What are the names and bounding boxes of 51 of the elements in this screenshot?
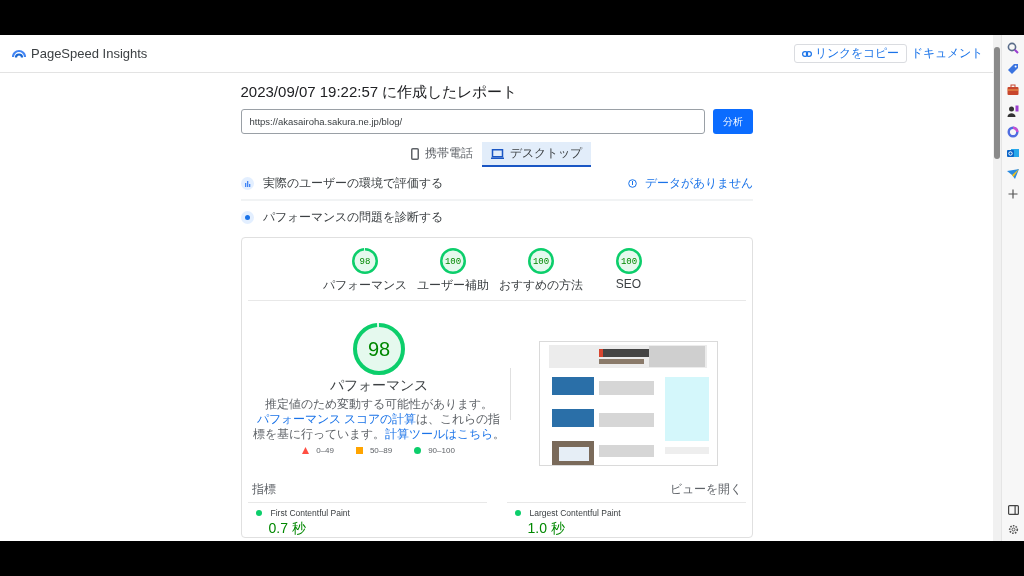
legend-label: 0–49: [316, 446, 334, 455]
no-data-status: データがありません: [644, 174, 753, 192]
copy-link-button[interactable]: リンクをコピー: [794, 44, 907, 63]
device-tab[interactable]: デスクトップ: [482, 142, 591, 167]
score-label: おすすめの方法: [498, 277, 583, 294]
laptop-icon: [491, 148, 504, 159]
paper-plane-icon[interactable]: [1007, 168, 1019, 180]
search-icon[interactable]: [1007, 42, 1019, 54]
score-gauge: 100: [615, 248, 642, 274]
note-link[interactable]: パフォーマンス スコアの計算: [256, 412, 417, 426]
score-gauge: 98: [352, 323, 405, 375]
scrollbar-thumb[interactable]: [994, 47, 1000, 159]
score-label: パフォーマンス: [322, 277, 407, 294]
score-gauge: 100: [527, 248, 554, 274]
settings-icon[interactable]: [1007, 524, 1019, 535]
info-icon: [627, 178, 637, 188]
plus-icon[interactable]: [1008, 189, 1018, 199]
section-title: パフォーマンスの問題を診断する: [262, 208, 443, 226]
logo-icon: [12, 48, 26, 59]
report-title: 2023/09/07 19:22:57 に作成したレポート: [240, 82, 519, 102]
briefcase-icon[interactable]: [1007, 84, 1019, 96]
metric-value: 1.0 秒: [527, 519, 566, 537]
url-field[interactable]: https://akasairoha.sakura.ne.jp/blog/: [240, 109, 705, 134]
side-panel-icon[interactable]: [1007, 505, 1019, 515]
metric-name: Largest Contentful Paint: [529, 507, 621, 519]
metric-name: First Contentful Paint: [270, 507, 350, 519]
link-icon: [802, 50, 812, 57]
score-gauge: 100: [439, 248, 466, 274]
docs-link[interactable]: ドキュメント: [911, 45, 983, 62]
device-tab[interactable]: 携帯電話: [402, 142, 482, 167]
analyze-button[interactable]: 分析: [712, 109, 753, 134]
metric-value: 0.7 秒: [268, 519, 307, 537]
person-icon[interactable]: [1007, 105, 1019, 117]
score-label: ユーザー補助: [416, 277, 489, 294]
score-note: 推定値のため変動する可能性があります。 パフォーマンス スコアの計算は、これらの指標を基に行っています。計算ツールはこちら。: [251, 397, 506, 442]
note-link[interactable]: 計算ツールはこちら: [384, 427, 493, 441]
diagnose-icon: [240, 210, 254, 224]
metrics-heading: 指標: [251, 481, 276, 498]
app-title: PageSpeed Insights: [31, 46, 148, 61]
legend-label: 90–100: [428, 446, 455, 455]
score-gauge: 98: [351, 248, 378, 274]
mail-icon[interactable]: [1007, 147, 1019, 159]
score-label: パフォーマンス: [329, 377, 428, 395]
legend-label: 50–89: [369, 446, 393, 455]
score-label: SEO: [615, 277, 642, 291]
tag-icon[interactable]: [1007, 63, 1019, 75]
users-icon: [240, 176, 254, 190]
section-title: 実際のユーザーの環境で評価する: [262, 174, 443, 192]
expand-view-link[interactable]: ビューを開く: [669, 481, 742, 498]
ring-icon[interactable]: [1007, 126, 1019, 138]
phone-icon: [411, 147, 419, 160]
